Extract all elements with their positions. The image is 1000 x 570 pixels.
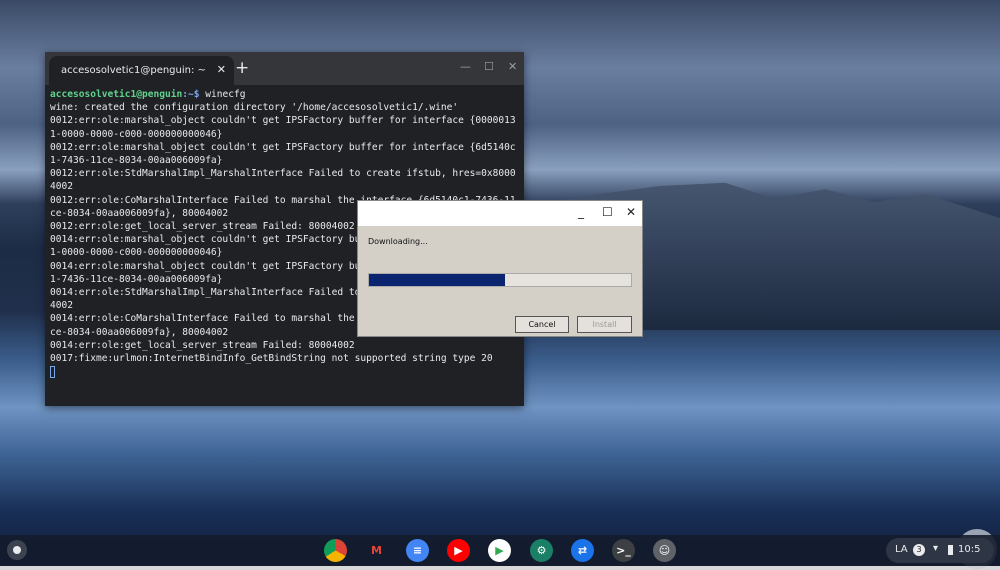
remote-desktop-icon[interactable]: ⇄	[571, 539, 594, 562]
status-tray[interactable]: LA 3 ▾ 10:5	[886, 538, 994, 563]
launcher-button[interactable]	[7, 540, 27, 560]
output-line: 4002	[50, 181, 73, 193]
progress-fill	[369, 274, 506, 286]
output-line: 0012:err:ole:marshal_object couldn't get…	[50, 141, 516, 153]
dialog-title-bar: _ ☐ ✕	[358, 201, 642, 226]
cursor-line	[50, 365, 524, 378]
tab-title: accesosolvetic1@penguin: ~	[61, 65, 206, 76]
prompt-path: :~$	[182, 89, 206, 100]
docs-icon[interactable]: ≡	[406, 539, 429, 562]
download-dialog[interactable]: _ ☐ ✕ Downloading... Cancel Install	[357, 200, 643, 337]
linux-penguin-icon[interactable]: ☺	[653, 539, 676, 562]
prompt-user: accesosolvetic1@penguin	[50, 89, 183, 100]
youtube-icon[interactable]: ▶	[447, 539, 470, 562]
chrome-icon[interactable]	[324, 539, 347, 562]
progress-bar	[368, 273, 632, 287]
ime-indicator: LA	[895, 544, 908, 555]
prompt-line: accesosolvetic1@penguin:~$ winecfg	[50, 88, 524, 101]
output-line: 1-7436-11ce-8034-00aa006009fa}	[50, 155, 223, 167]
minimize-icon[interactable]: —	[460, 60, 471, 73]
output-line: 0012:err:ole:marshal_object couldn't get…	[50, 115, 516, 127]
new-tab-icon[interactable]: +	[235, 58, 249, 78]
terminal-icon[interactable]: >_	[612, 539, 635, 562]
output-line: 0017:fixme:urlmon:InternetBindInfo_GetBi…	[50, 353, 493, 365]
text-cursor	[50, 365, 55, 378]
notification-count: 3	[913, 544, 925, 556]
maximize-icon[interactable]: ☐	[484, 60, 494, 73]
wifi-icon: ▾	[933, 543, 939, 554]
minimize-icon[interactable]: _	[578, 205, 584, 219]
terminal-tab-bar: accesosolvetic1@penguin: ~ ✕ + — ☐ ✕	[45, 52, 524, 85]
gmail-icon[interactable]: M	[365, 539, 388, 562]
play-store-icon[interactable]: ▶	[488, 539, 511, 562]
settings-icon[interactable]: ⚙	[530, 539, 553, 562]
terminal-tab[interactable]: accesosolvetic1@penguin: ~ ✕	[49, 56, 234, 85]
install-button[interactable]: Install	[577, 316, 632, 333]
output-line: 1-0000-0000-c000-000000000046}	[50, 128, 223, 140]
command: winecfg	[205, 89, 246, 100]
output-line: 0012:err:ole:StdMarshalImpl_MarshalInter…	[50, 168, 516, 180]
clock: 10:5	[958, 544, 981, 555]
battery-icon	[948, 545, 953, 555]
close-icon[interactable]: ✕	[626, 205, 636, 219]
cancel-button[interactable]: Cancel	[515, 316, 569, 333]
close-tab-icon[interactable]: ✕	[217, 63, 226, 76]
shelf: M ≡ ▶ ▶ ⚙ ⇄ >_ ☺ LA 3 ▾ 10:5	[0, 535, 1000, 566]
close-window-icon[interactable]: ✕	[508, 60, 517, 73]
maximize-icon[interactable]: ☐	[602, 205, 613, 219]
output-line: 0014:err:ole:get_local_server_stream Fai…	[50, 339, 355, 351]
status-text: Downloading...	[368, 237, 428, 246]
output-line: wine: created the configuration director…	[50, 102, 459, 114]
